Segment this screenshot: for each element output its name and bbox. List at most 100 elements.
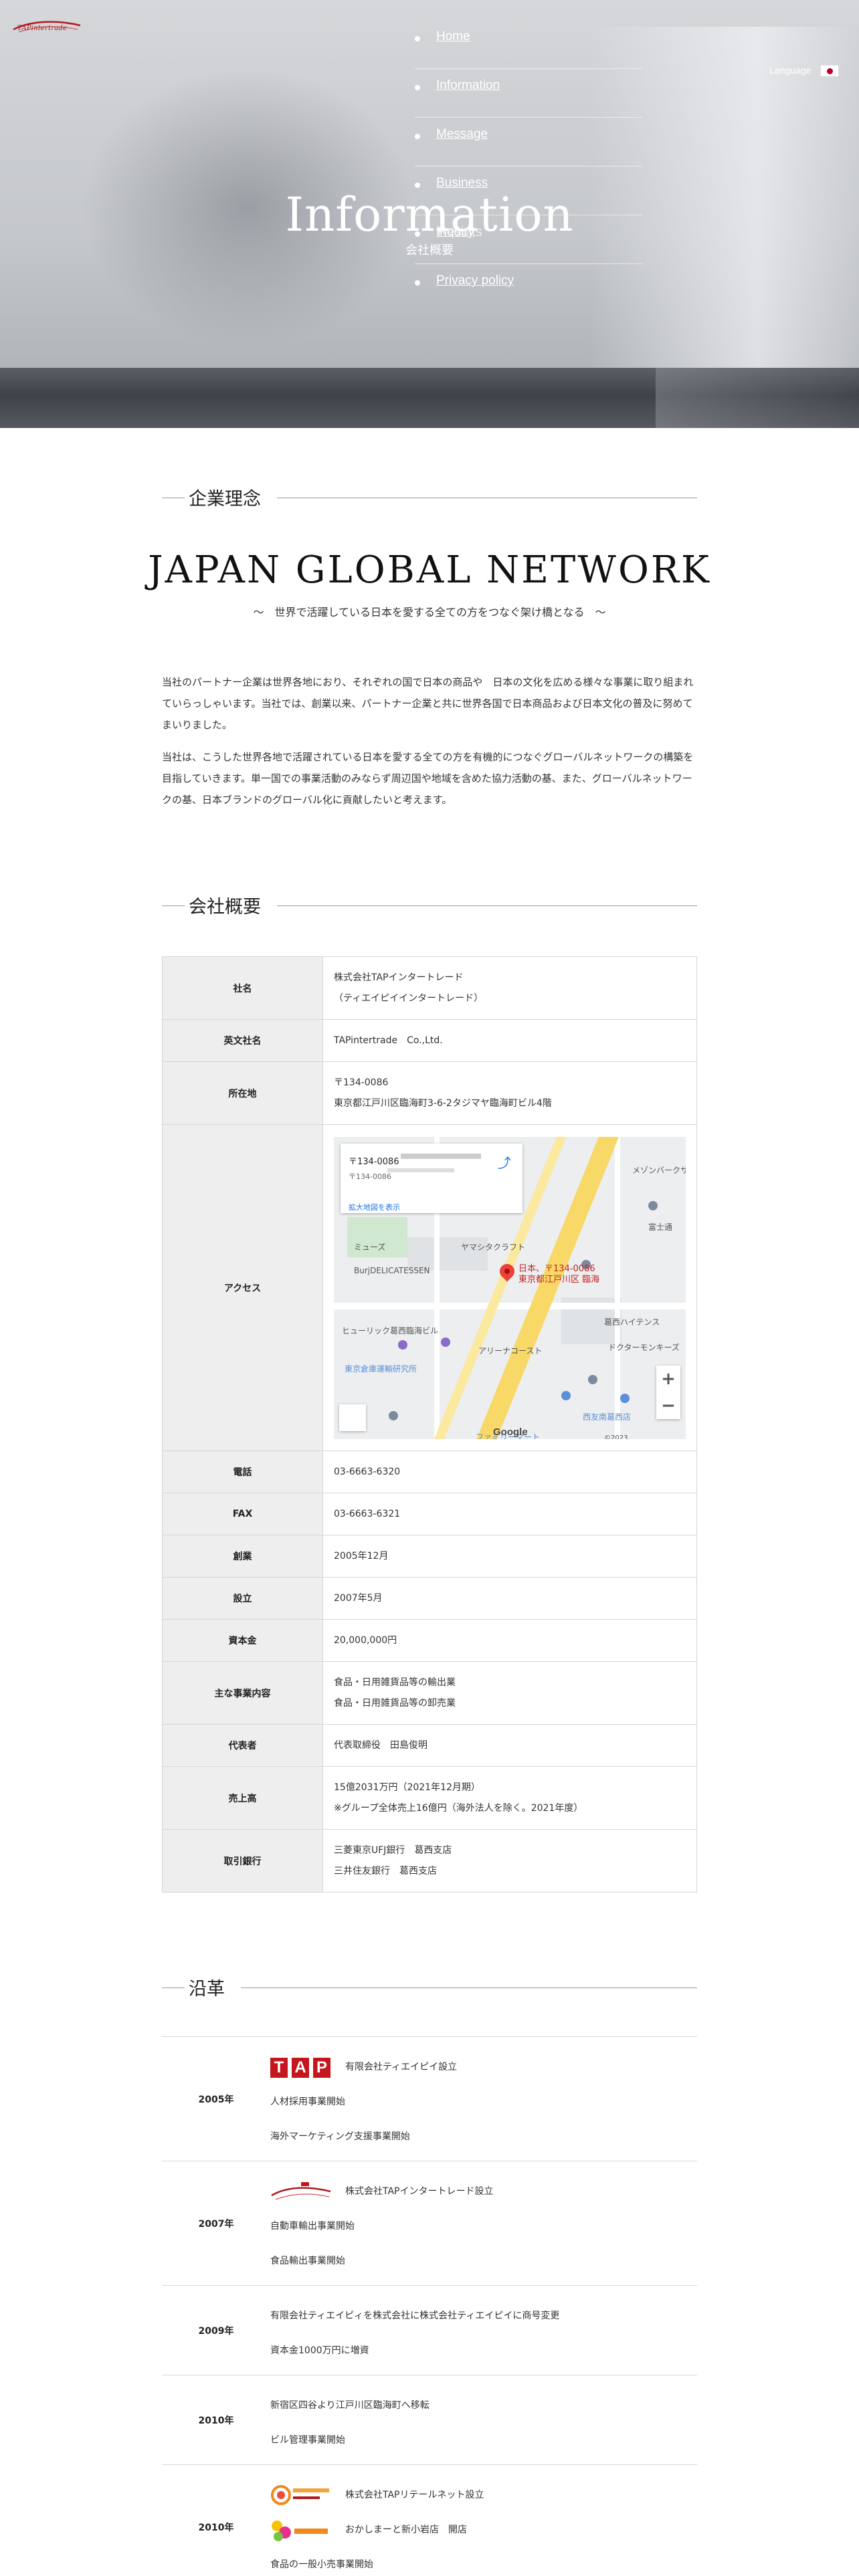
row-value: 2005年12月: [322, 1535, 697, 1578]
japan-flag-icon[interactable]: [820, 65, 839, 77]
row-value-line: TAPintertrade Co.,Ltd.: [334, 1035, 443, 1046]
row-label: 創業: [162, 1535, 323, 1578]
tap-logo-mark: T A P: [270, 2057, 332, 2078]
okashi-mart-logo-icon: [270, 2516, 332, 2543]
event-text: 食品の一般小売事業開始: [270, 2559, 373, 2570]
row-value: 03-6663-6320: [322, 1451, 697, 1493]
okashi-mart-logo-shape: [272, 2520, 328, 2541]
section-title: 企業理念: [189, 484, 269, 510]
table-row: 資本金 20,000,000円: [162, 1619, 697, 1662]
zoom-in-button[interactable]: +: [656, 1366, 680, 1392]
nav-link-message[interactable]: Message: [436, 127, 488, 142]
event-text: 新宿区四谷より江戸川区臨海町へ移転: [270, 2399, 430, 2411]
history-events: 株式会社TAPインタートレード設立 自動車輸出事業開始 食品輸出事業開始: [270, 2161, 697, 2286]
table-row: 主な事業内容 食品・日用雑貨品等の輸出業 食品・日用雑貨品等の卸売業: [162, 1661, 697, 1725]
table-row: 取引銀行 三菱東京UFJ銀行 葛西支店 三井住友銀行 葛西支店: [162, 1829, 697, 1893]
map-label: 東京倉庫運輸研究所: [345, 1364, 417, 1374]
history-row: 2007年 株式会社TAPインタートレード設立 自動車輸出事業開始 食品輸出事業…: [162, 2161, 697, 2286]
row-value: 2007年5月: [322, 1577, 697, 1620]
history-events: 新宿区四谷より江戸川区臨海町へ移転 ビル管理事業開始: [270, 2375, 697, 2465]
row-value-line: 三菱東京UFJ銀行 葛西支店: [334, 1844, 452, 1856]
table-row: 売上高 15億2031万円（2021年12月期） ※グループ全体売上16億円（海…: [162, 1766, 697, 1830]
row-value: 株式会社TAPインタートレード （ティエイピイインタートレード）: [322, 956, 697, 1020]
table-row: 社名 株式会社TAPインタートレード （ティエイピイインタートレード）: [162, 956, 697, 1020]
row-value: 食品・日用雑貨品等の輸出業 食品・日用雑貨品等の卸売業: [322, 1661, 697, 1725]
row-value-line: 代表取締役 田島俊明: [334, 1739, 427, 1751]
map-poi-icon[interactable]: [588, 1374, 597, 1384]
street-view-icon[interactable]: [339, 1404, 366, 1431]
row-value-line: 食品・日用雑貨品等の輸出業: [334, 1677, 456, 1688]
tap-logo-letter: A: [292, 2057, 309, 2078]
bullet-icon: [415, 85, 420, 90]
directions-icon[interactable]: ⤴: [496, 1153, 513, 1171]
page-subtitle: 会社概要: [405, 243, 454, 257]
map-poi-icon[interactable]: [620, 1393, 630, 1403]
history-year: 2007年: [162, 2161, 270, 2286]
tagline-subtitle: ～ 世界で活躍している日本を愛する全ての方をつなぐ架け橋となる ～: [253, 606, 606, 619]
bullet-icon: [415, 36, 420, 41]
nav-link-privacy-policy[interactable]: Privacy policy: [436, 274, 514, 288]
history-event: 食品の一般小売事業開始: [270, 2547, 697, 2576]
map-poi-icon[interactable]: [561, 1390, 571, 1400]
nav-item-privacy: Privacy policy: [415, 264, 642, 313]
row-value: 三菱東京UFJ銀行 葛西支店 三井住友銀行 葛西支店: [322, 1829, 697, 1893]
map-poi-icon[interactable]: [398, 1339, 407, 1350]
history-event: 新宿区四谷より江戸川区臨海町へ移転: [270, 2388, 697, 2423]
row-value: ミューズ BurjDELICATESSEN ヒューリック葛西臨海ビル 東京倉庫運…: [322, 1124, 697, 1451]
place-title-blur: [401, 1153, 481, 1159]
place-address: 〒134-0086: [349, 1172, 391, 1181]
row-value-line: 〒134-0086: [334, 1077, 389, 1088]
row-label: 取引銀行: [162, 1829, 323, 1893]
row-label: 設立: [162, 1577, 323, 1620]
row-label: 資本金: [162, 1619, 323, 1662]
event-text: 資本金1000万円に増資: [270, 2345, 369, 2356]
heading-rule-right: [277, 905, 697, 906]
history-event: 株式会社TAPインタートレード設立: [270, 2174, 697, 2209]
zoom-out-button[interactable]: −: [656, 1392, 680, 1419]
history-event: おかしまーと新小岩店 開店: [270, 2512, 697, 2547]
row-label: 主な事業内容: [162, 1661, 323, 1725]
map-poi-icon[interactable]: [389, 1410, 398, 1420]
bullet-icon: [415, 134, 420, 139]
table-row: アクセス ミューズ BurjDELICATESSEN ヒューリック葛西臨海ビル …: [162, 1124, 697, 1451]
site-logo[interactable]: TAPintertrade: [12, 16, 82, 36]
row-label: アクセス: [162, 1124, 323, 1451]
event-text: 人材採用事業開始: [270, 2096, 345, 2107]
language-label[interactable]: Language: [769, 65, 811, 76]
company-overview-table: 社名 株式会社TAPインタートレード （ティエイピイインタートレード） 英文社名…: [162, 956, 697, 1893]
table-row: 所在地 〒134-0086 東京都江戸川区臨海町3-6-2タジマヤ臨海町ビル4階: [162, 1061, 697, 1125]
row-label: 代表者: [162, 1724, 323, 1767]
philosophy-paragraph: 当社のパートナー企業は世界各地におり、それぞれの国で日本の商品や 日本の文化を広…: [162, 676, 694, 731]
row-value-line: 食品・日用雑貨品等の卸売業: [334, 1697, 456, 1709]
map-label: ヤマシタクラフト: [461, 1242, 526, 1252]
history-event: 食品輸出事業開始: [270, 2244, 697, 2278]
row-value-line: 2007年5月: [334, 1592, 383, 1604]
larger-map-link[interactable]: 拡大地図を表示: [349, 1197, 400, 1218]
row-value-line: 2005年12月: [334, 1550, 389, 1562]
map-poi-icon[interactable]: [648, 1200, 658, 1210]
page-title: Information: [285, 187, 574, 242]
google-logo: Google: [493, 1426, 528, 1438]
tagline: JAPAN GLOBAL NETWORK: [148, 548, 711, 592]
row-value: 15億2031万円（2021年12月期） ※グループ全体売上16億円（海外法人を…: [322, 1766, 697, 1830]
map-label: BurjDELICATESSEN: [354, 1265, 430, 1275]
google-map[interactable]: ミューズ BurjDELICATESSEN ヒューリック葛西臨海ビル 東京倉庫運…: [334, 1136, 686, 1439]
pin-label-line: 東京都江戸川区 臨海: [518, 1274, 600, 1285]
section-heading-history: 沿革: [162, 1974, 697, 2001]
row-value-line: 20,000,000円: [334, 1634, 397, 1646]
row-value-line: 03-6663-6321: [334, 1508, 401, 1519]
nav-link-information[interactable]: Information: [436, 78, 500, 93]
map-label: ミューズ: [354, 1242, 386, 1252]
map-street: [334, 1302, 686, 1309]
zoom-controls: + −: [656, 1365, 680, 1419]
hero-background-shelf-highlight: [656, 368, 859, 428]
event-text: 海外マーケティング支援事業開始: [270, 2131, 410, 2142]
nav-link-home[interactable]: Home: [436, 29, 470, 44]
section-heading-overview: 会社概要: [162, 892, 697, 919]
history-event: T A P 有限会社ティエイピイ設立: [270, 2050, 697, 2084]
table-row: 電話 03-6663-6320: [162, 1451, 697, 1493]
retail-net-logo-icon: [270, 2482, 332, 2508]
history-year: 2010年: [162, 2375, 270, 2465]
logo-text: TAPintertrade: [17, 25, 68, 32]
map-poi-icon[interactable]: [441, 1337, 450, 1347]
